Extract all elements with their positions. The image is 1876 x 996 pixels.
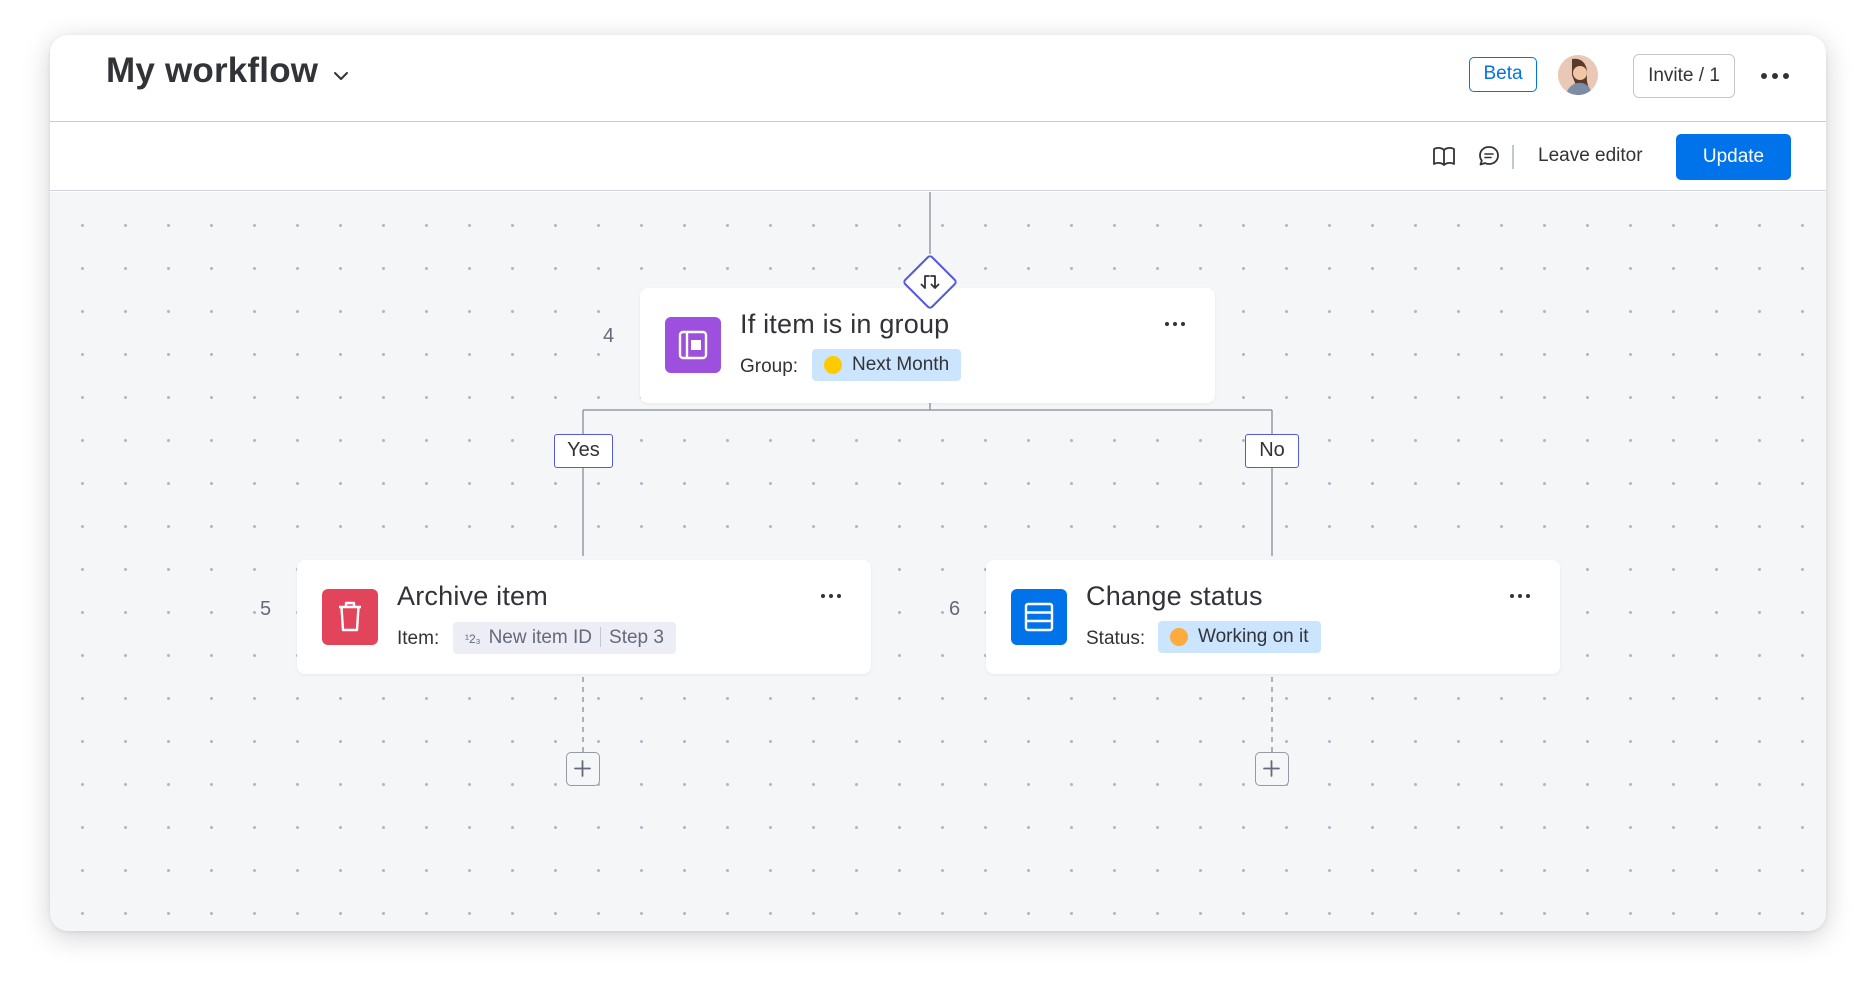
status-color-dot [1170, 628, 1188, 646]
leave-editor-button[interactable]: Leave editor [1538, 145, 1643, 167]
number-column-icon: ¹2₃ [465, 632, 481, 646]
beta-badge: Beta [1469, 57, 1537, 92]
plus-icon [1263, 760, 1280, 777]
step-number-condition: 4 [603, 325, 615, 347]
card-more-icon[interactable] [1160, 314, 1190, 334]
workflow-canvas[interactable]: 4 If item is in group Group: Next Month [50, 192, 1826, 931]
book-icon[interactable] [1431, 143, 1457, 169]
chat-icon[interactable] [1476, 143, 1502, 169]
avatar[interactable] [1558, 55, 1598, 95]
change-status-card[interactable]: Change status Status: Working on it [986, 560, 1560, 674]
item-value: New item ID [488, 627, 593, 648]
status-value-pill[interactable]: Working on it [1158, 621, 1321, 653]
item-field-label: Item: [397, 628, 440, 649]
group-value-pill[interactable]: Next Month [812, 349, 962, 381]
group-color-dot [824, 356, 842, 374]
group-field-label: Group: [740, 356, 799, 377]
workflow-window: My workflow Beta Invite / 1 Leave editor… [50, 35, 1826, 931]
status-field-label: Status: [1086, 628, 1146, 649]
plus-icon [574, 760, 591, 777]
header-bar: My workflow Beta Invite / 1 [50, 35, 1826, 122]
group-value: Next Month [852, 354, 950, 375]
token-divider [600, 627, 602, 647]
archive-item-card[interactable]: Archive item Item: ¹2₃ New item ID Step 3 [297, 560, 871, 674]
status-column-icon [1011, 589, 1067, 645]
condition-title: If item is in group [740, 309, 950, 339]
item-value-token[interactable]: ¹2₃ New item ID Step 3 [453, 622, 676, 654]
group-board-icon [665, 317, 721, 373]
workflow-title[interactable]: My workflow [106, 51, 318, 91]
step-number-change-status: 6 [949, 598, 961, 620]
toolbar-divider [1512, 145, 1514, 169]
card-more-icon[interactable] [1505, 586, 1535, 606]
branch-label-no: No [1245, 434, 1299, 468]
status-value: Working on it [1198, 626, 1309, 647]
card-more-icon[interactable] [816, 586, 846, 606]
add-step-button-yes[interactable] [566, 752, 600, 786]
branch-label-yes: Yes [554, 434, 613, 468]
chevron-down-icon[interactable] [330, 65, 352, 87]
avatar-image [1558, 55, 1598, 95]
more-options-icon[interactable] [1755, 63, 1795, 89]
invite-button[interactable]: Invite / 1 [1633, 54, 1735, 98]
editor-toolbar: Leave editor Update [50, 123, 1826, 191]
branch-arrows-icon [920, 275, 940, 289]
change-status-title: Change status [1086, 581, 1263, 611]
archive-item-title: Archive item [397, 581, 548, 611]
add-step-button-no[interactable] [1255, 752, 1289, 786]
trash-icon [322, 589, 378, 645]
update-button[interactable]: Update [1676, 134, 1791, 180]
step-number-archive: 5 [260, 598, 272, 620]
item-value-step: Step 3 [609, 627, 664, 648]
